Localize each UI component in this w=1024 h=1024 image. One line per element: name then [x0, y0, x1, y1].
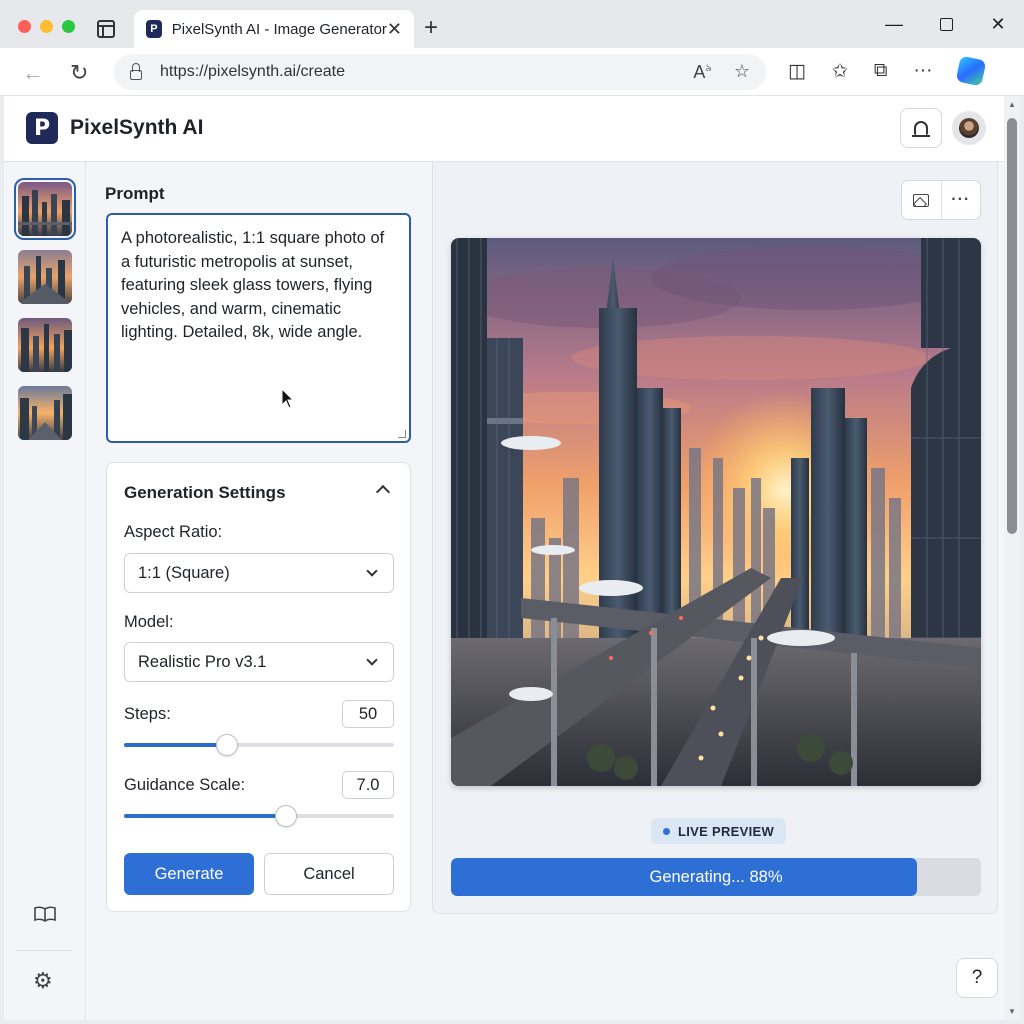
tab-list-icon[interactable] — [97, 20, 115, 38]
generation-progress-bar: Generating... 88% — [451, 858, 981, 896]
browser-tab[interactable]: P PixelSynth AI - Image Generator ✕ — [134, 10, 414, 48]
address-bar[interactable]: https://pixelsynth.ai/create A৯ ☆ — [114, 54, 766, 90]
copilot-icon[interactable] — [956, 55, 987, 87]
url-text[interactable]: https://pixelsynth.ai/create — [160, 63, 693, 81]
progress-label: Generating... 88% — [649, 867, 783, 886]
close-dot[interactable] — [18, 20, 31, 33]
model-select[interactable]: Realistic Pro v3.1 — [124, 642, 394, 682]
prompt-text[interactable]: A photorealistic, 1:1 square photo of a … — [121, 229, 384, 341]
aspect-ratio-value: 1:1 (Square) — [138, 563, 230, 582]
maximize-icon[interactable] — [920, 0, 972, 48]
generated-image — [451, 238, 981, 786]
live-preview-label: LIVE PREVIEW — [678, 823, 775, 839]
settings-title: Generation Settings — [124, 483, 286, 502]
browser-tab-bar: P PixelSynth AI - Image Generator ✕ + — … — [0, 0, 1024, 48]
chevron-down-icon — [366, 564, 378, 577]
generation-settings-panel: Generation Settings Aspect Ratio: 1:1 (S… — [106, 462, 411, 912]
back-icon[interactable]: ← — [22, 60, 44, 86]
bell-icon — [912, 121, 930, 137]
history-rail: ⚙ — [4, 162, 86, 1020]
avatar[interactable] — [952, 111, 986, 145]
more-icon[interactable]: ··· — [913, 60, 932, 84]
preview-panel: ··· LIVE PREVIEW Generating... 88% — [432, 162, 998, 914]
history-thumb-2[interactable] — [18, 250, 72, 304]
steps-slider-handle[interactable] — [215, 734, 238, 756]
chevron-down-icon — [366, 653, 378, 666]
prompt-label: Prompt — [105, 184, 165, 203]
zoom-dot[interactable] — [62, 20, 75, 33]
model-value: Realistic Pro v3.1 — [138, 652, 267, 671]
read-aloud-icon[interactable]: A৯ — [693, 61, 712, 83]
help-button[interactable]: ? — [956, 958, 998, 998]
collections-icon[interactable]: ⧉ — [874, 60, 888, 84]
scroll-down-icon[interactable]: ▼ — [1008, 1007, 1016, 1016]
gear-icon[interactable]: ⚙ — [33, 968, 53, 994]
history-thumb-3[interactable] — [18, 318, 72, 372]
image-view-button[interactable] — [902, 181, 942, 219]
logo-icon[interactable]: P — [26, 112, 58, 144]
minimize-icon[interactable]: — — [868, 0, 920, 48]
guidance-slider[interactable] — [124, 805, 394, 827]
image-toolbar: ··· — [901, 180, 981, 220]
favicon-icon: P — [146, 20, 162, 38]
live-dot-icon — [663, 827, 670, 835]
mouse-cursor-icon — [281, 388, 295, 409]
app-name: PixelSynth AI — [70, 116, 204, 139]
history-thumb-1[interactable] — [14, 178, 76, 240]
live-preview-badge: LIVE PREVIEW — [651, 818, 787, 844]
split-screen-icon[interactable]: ◫ — [788, 60, 806, 84]
scroll-up-icon[interactable]: ▲ — [1008, 100, 1016, 109]
close-window-icon[interactable]: ✕ — [972, 0, 1024, 48]
close-icon[interactable]: ✕ — [387, 19, 402, 40]
favorites-icon[interactable]: ✩ — [832, 60, 848, 84]
resize-handle-icon[interactable] — [398, 430, 406, 438]
guidance-input[interactable]: 7.0 — [342, 771, 394, 799]
steps-slider[interactable] — [124, 734, 394, 756]
chevron-up-icon[interactable] — [375, 484, 391, 500]
scroll-thumb[interactable] — [1007, 118, 1017, 534]
guidance-slider-handle[interactable] — [275, 805, 297, 827]
steps-label: Steps: — [124, 705, 171, 723]
lock-icon[interactable] — [130, 62, 142, 80]
book-icon[interactable] — [34, 906, 56, 922]
prompt-textarea[interactable]: A photorealistic, 1:1 square photo of a … — [106, 213, 411, 443]
window-controls: — ✕ — [868, 0, 1024, 48]
steps-input[interactable]: 50 — [342, 700, 394, 728]
minimize-dot[interactable] — [40, 20, 53, 33]
page-scrollbar[interactable]: ▲ ▼ — [1004, 96, 1020, 1020]
image-icon — [913, 193, 930, 207]
tab-title: PixelSynth AI - Image Generator — [171, 20, 387, 38]
aspect-ratio-label: Aspect Ratio: — [124, 523, 223, 541]
model-label: Model: — [124, 613, 174, 631]
more-options-button[interactable]: ··· — [942, 181, 981, 219]
refresh-icon[interactable]: ↻ — [70, 60, 88, 86]
more-icon: ··· — [951, 191, 971, 208]
star-icon[interactable]: ☆ — [734, 61, 750, 83]
browser-toolbar: ← ↻ https://pixelsynth.ai/create A৯ ☆ ◫ … — [0, 48, 1024, 96]
guidance-label: Guidance Scale: — [124, 776, 246, 794]
app-header: P PixelSynth AI — [4, 96, 1004, 162]
app-window: P PixelSynth AI ▲ ▼ ⚙ Prompt A photoreal… — [4, 96, 1020, 1020]
traffic-lights — [18, 20, 75, 33]
cancel-button[interactable]: Cancel — [264, 853, 394, 895]
generate-button[interactable]: Generate — [124, 853, 254, 895]
aspect-ratio-select[interactable]: 1:1 (Square) — [124, 553, 394, 593]
history-thumb-4[interactable] — [18, 386, 72, 440]
notifications-button[interactable] — [900, 108, 942, 148]
new-tab-icon[interactable]: + — [424, 14, 438, 42]
